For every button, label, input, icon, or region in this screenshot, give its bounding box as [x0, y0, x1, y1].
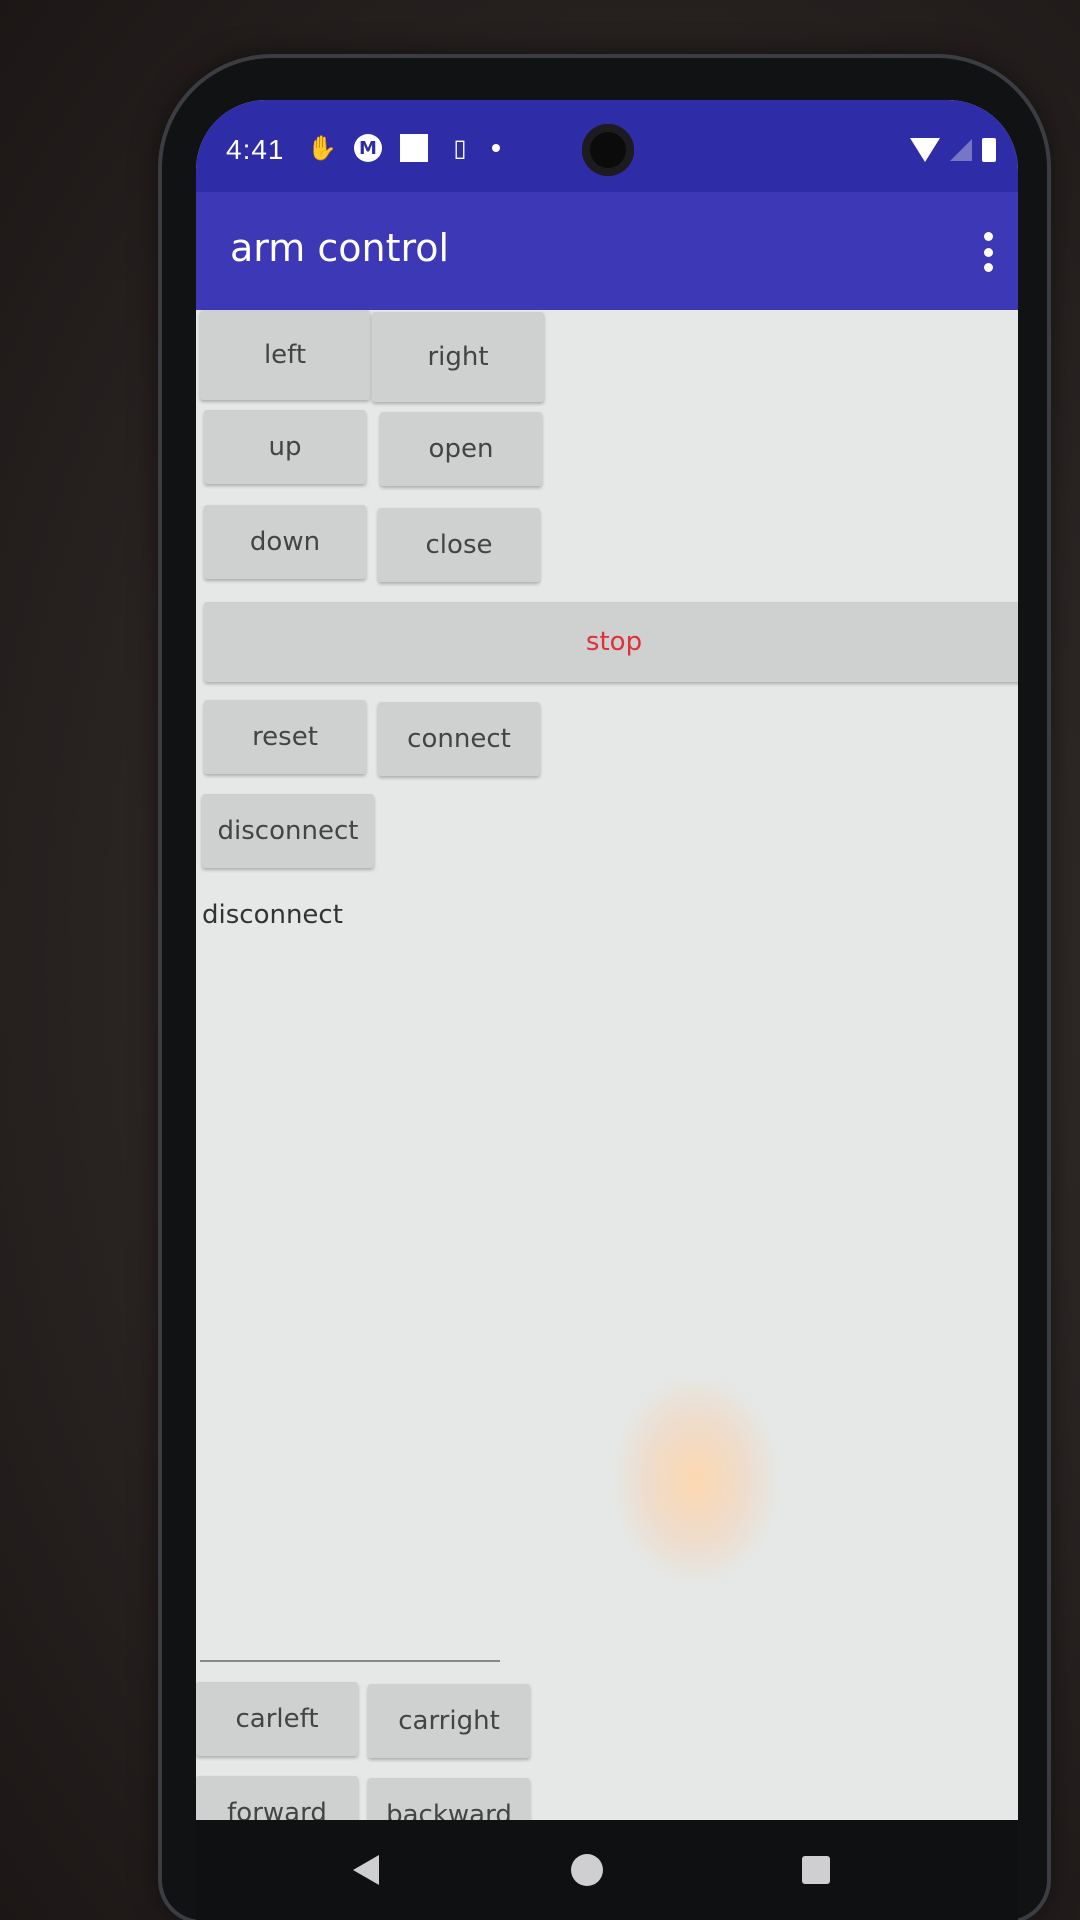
- hand-icon: ✋: [307, 134, 337, 162]
- front-camera: [582, 124, 634, 176]
- app-title: arm control: [230, 226, 450, 270]
- home-icon[interactable]: [567, 1850, 607, 1890]
- dot-icon: [492, 144, 500, 152]
- forward-button[interactable]: forward: [196, 1776, 358, 1820]
- wifi-icon: [910, 138, 940, 162]
- navigation-bar: [196, 1820, 1018, 1920]
- carright-button[interactable]: carright: [368, 1684, 530, 1758]
- back-icon[interactable]: [346, 1850, 386, 1890]
- overflow-menu-icon[interactable]: [982, 232, 994, 272]
- disconnect-button[interactable]: disconnect: [202, 794, 374, 868]
- text-input-field[interactable]: [200, 1660, 500, 1662]
- connect-button[interactable]: connect: [378, 702, 540, 776]
- reset-button[interactable]: reset: [204, 700, 366, 774]
- backward-button[interactable]: backward: [368, 1778, 530, 1820]
- signal-icon: [950, 139, 972, 161]
- status-bar: 4:41 ✋ M ▯: [196, 100, 1018, 192]
- connection-status-text: disconnect: [202, 900, 343, 930]
- right-button[interactable]: right: [372, 312, 544, 402]
- close-button[interactable]: close: [378, 508, 540, 582]
- left-button[interactable]: left: [200, 310, 370, 400]
- up-button[interactable]: up: [204, 410, 366, 484]
- open-button[interactable]: open: [380, 412, 542, 486]
- square-icon: [400, 134, 428, 162]
- battery-icon: [982, 138, 996, 162]
- stop-button[interactable]: stop: [204, 602, 1018, 682]
- down-button[interactable]: down: [204, 505, 366, 579]
- motorola-icon: M: [354, 134, 382, 162]
- phone-screen: 4:41 ✋ M ▯ arm control left right up ope…: [196, 100, 1018, 1820]
- status-icons-left: ✋ M ▯: [307, 134, 500, 162]
- status-icons-right: [910, 138, 996, 162]
- carleft-button[interactable]: carleft: [196, 1682, 358, 1756]
- phone-icon: ▯: [453, 134, 467, 162]
- light-reflection: [616, 1380, 776, 1580]
- app-bar: arm control: [196, 192, 1018, 310]
- recents-icon[interactable]: [796, 1850, 836, 1890]
- photo-scene: 4:41 ✋ M ▯ arm control left right up ope…: [0, 0, 1080, 1920]
- status-time: 4:41: [226, 134, 285, 165]
